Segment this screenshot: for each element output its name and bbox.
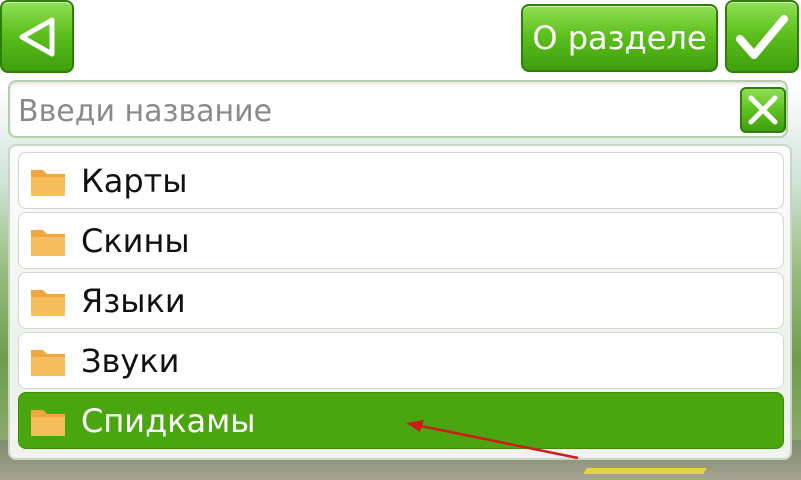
back-button[interactable] bbox=[0, 0, 74, 73]
list-item-speedcams[interactable]: Спидкамы bbox=[18, 392, 784, 449]
folder-icon bbox=[29, 343, 67, 379]
about-section-label: О разделе bbox=[532, 19, 707, 57]
search-box bbox=[8, 80, 788, 138]
list-item-languages[interactable]: Языки bbox=[18, 272, 784, 329]
list-item-label: Спидкамы bbox=[81, 401, 256, 440]
clear-search-button[interactable] bbox=[740, 87, 786, 133]
folder-icon bbox=[29, 283, 67, 319]
road-marking bbox=[583, 468, 707, 474]
about-section-button[interactable]: О разделе bbox=[521, 4, 718, 72]
close-icon bbox=[748, 95, 778, 125]
folder-icon bbox=[29, 163, 67, 199]
folder-icon bbox=[29, 403, 67, 439]
back-triangle-icon bbox=[19, 17, 55, 56]
search-input[interactable] bbox=[16, 88, 720, 134]
checkmark-icon bbox=[736, 14, 788, 59]
list-item-skins[interactable]: Скины bbox=[18, 212, 784, 269]
list-item-label: Скины bbox=[81, 221, 190, 260]
list-item-label: Языки bbox=[81, 281, 186, 320]
list-item-label: Звуки bbox=[81, 341, 180, 380]
category-list: Карты Скины Языки Звуки Спидкамы bbox=[8, 144, 792, 460]
list-item-label: Карты bbox=[81, 161, 188, 200]
ok-button[interactable] bbox=[725, 0, 799, 73]
list-item-sounds[interactable]: Звуки bbox=[18, 332, 784, 389]
list-item-maps[interactable]: Карты bbox=[18, 152, 784, 209]
folder-icon bbox=[29, 223, 67, 259]
